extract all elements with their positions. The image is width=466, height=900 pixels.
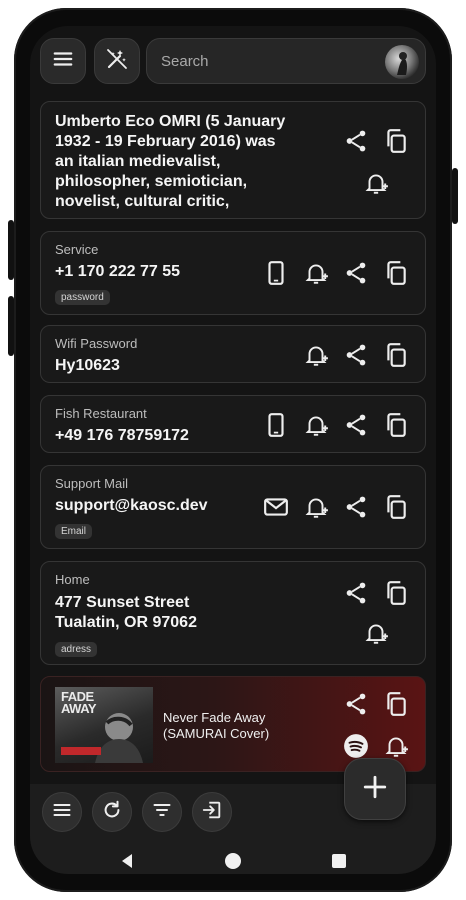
copy-icon[interactable] (383, 494, 409, 520)
share-icon[interactable] (343, 342, 369, 368)
wand-icon (105, 47, 129, 76)
phone-icon[interactable] (263, 260, 289, 286)
bell-plus-icon[interactable] (363, 620, 389, 646)
bell-plus-icon[interactable] (303, 412, 329, 438)
mail-icon[interactable] (263, 494, 289, 520)
power-button (452, 168, 458, 224)
share-icon[interactable] (343, 260, 369, 286)
copy-icon[interactable] (383, 580, 409, 606)
card-tag: Email (55, 524, 93, 539)
support-mail-card[interactable]: Support Mail support@kaosc.dev Email (40, 465, 426, 549)
search-field[interactable]: Search (146, 38, 426, 84)
refresh-button[interactable] (92, 792, 132, 832)
card-tag: password (55, 290, 110, 305)
menu-icon (52, 48, 74, 75)
bell-plus-icon[interactable] (383, 733, 409, 759)
card-label: Service (55, 242, 99, 257)
phone-icon[interactable] (263, 412, 289, 438)
nav-recents-icon[interactable] (330, 852, 348, 874)
copy-icon[interactable] (383, 691, 409, 717)
import-button[interactable] (192, 792, 232, 832)
card-value-line1: 477 Sunset Street (55, 594, 190, 611)
card-label: Home (55, 572, 90, 587)
refresh-icon (101, 799, 123, 826)
share-icon[interactable] (343, 412, 369, 438)
bell-plus-icon[interactable] (303, 342, 329, 368)
menu-button[interactable] (40, 38, 86, 84)
song-title: Never Fade Away (SAMURAI Cover) (163, 710, 269, 742)
copy-icon[interactable] (383, 342, 409, 368)
share-icon[interactable] (343, 128, 369, 154)
card-value: +49 176 78759172 (55, 427, 189, 444)
top-bar: Search (30, 38, 436, 86)
wifi-card[interactable]: Wifi Password Hy10623 (40, 325, 426, 383)
menu-icon (52, 800, 72, 825)
card-tag: adress (55, 642, 98, 657)
search-placeholder: Search (161, 53, 209, 70)
song-title-line2: (SAMURAI Cover) (163, 726, 270, 741)
card-value-line2: Tualatin, OR 97062 (55, 614, 197, 631)
share-icon[interactable] (343, 580, 369, 606)
card-label: Support Mail (55, 476, 128, 491)
song-title-line1: Never Fade Away (163, 710, 266, 725)
list-menu-button[interactable] (42, 792, 82, 832)
cover-accent (61, 747, 101, 755)
service-card[interactable]: Service +1 170 222 77 55 password (40, 231, 426, 315)
volume-down-button (8, 296, 14, 356)
share-icon[interactable] (343, 691, 369, 717)
card-value: support@kaosc.dev (55, 497, 208, 514)
spotify-icon[interactable] (343, 733, 369, 759)
home-card[interactable]: Home 477 Sunset Street Tualatin, OR 9706… (40, 561, 426, 665)
nav-back-icon[interactable] (118, 852, 136, 874)
filter-button[interactable] (142, 792, 182, 832)
avatar[interactable] (385, 45, 419, 79)
album-cover: FADE AWAY (55, 687, 153, 763)
nav-home-icon[interactable] (224, 852, 242, 874)
share-icon[interactable] (343, 494, 369, 520)
card-value: +1 170 222 77 55 (55, 263, 181, 280)
plus-icon (362, 774, 388, 805)
bell-plus-icon[interactable] (303, 494, 329, 520)
app-screen: Search Umberto Eco OMRI (5 January 1932 … (30, 26, 436, 874)
filter-icon (152, 800, 172, 825)
magic-button[interactable] (94, 38, 140, 84)
bell-plus-icon[interactable] (303, 260, 329, 286)
card-label: Fish Restaurant (55, 406, 147, 421)
fish-restaurant-card[interactable]: Fish Restaurant +49 176 78759172 (40, 395, 426, 453)
quote-card[interactable]: Umberto Eco OMRI (5 January 1932 - 19 Fe… (40, 101, 426, 219)
volume-up-button (8, 220, 14, 280)
card-label: Wifi Password (55, 336, 138, 351)
copy-icon[interactable] (383, 412, 409, 438)
add-button[interactable] (344, 758, 406, 820)
copy-icon[interactable] (383, 260, 409, 286)
bell-plus-icon[interactable] (363, 170, 389, 196)
import-icon (201, 799, 223, 826)
copy-icon[interactable] (383, 128, 409, 154)
card-value: Hy10623 (55, 357, 120, 374)
quote-text: Umberto Eco OMRI (5 January 1932 - 19 Fe… (55, 113, 286, 210)
